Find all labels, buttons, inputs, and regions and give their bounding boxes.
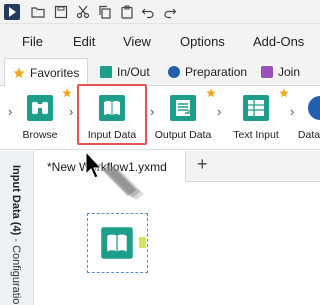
prep-circle-icon [168,66,180,78]
copy-icon[interactable] [97,4,113,20]
tab-label: Preparation [185,65,248,79]
data-icon [298,94,320,122]
menu-add-ons[interactable]: Add-Ons [253,34,304,49]
quick-access-toolbar [0,0,320,24]
document-tabs: *New Workflow1.yxmd + [35,151,320,182]
output-icon [169,94,197,122]
tab-label: Favorites [30,65,80,80]
mouse-pointer-icon [84,152,164,214]
highlight-box [77,84,147,145]
favorite-star-icon [206,88,216,98]
menu-view[interactable]: View [123,34,151,49]
panel-header: Input Data (4) - Configuratio [10,165,22,304]
tool-label: Browse [22,129,58,141]
tool-output-data[interactable]: Output Data [152,86,214,150]
tool-data[interactable]: Data [298,86,320,150]
folder-tab-icon [100,66,112,78]
scissors-icon[interactable] [75,4,91,20]
menu-options[interactable]: Options [180,34,225,49]
folder-icon[interactable] [30,4,46,20]
tool-text-input[interactable]: Text Input [226,86,286,150]
menu-bar: File Edit View Options Add-Ons [0,24,320,58]
workflow-area: *New Workflow1.yxmd + [35,151,320,305]
app-logo[interactable] [4,4,20,20]
tool-label: Output Data [154,129,212,141]
redo-icon[interactable] [162,4,178,20]
output-anchor[interactable] [139,237,146,248]
tab-in-out[interactable]: In/Out [100,58,150,86]
text-input-icon [242,94,270,122]
new-tab-button[interactable]: + [197,154,208,175]
undo-icon[interactable] [140,4,156,20]
tab-preparation[interactable]: Preparation [168,58,247,86]
chevron-right-icon: › [8,104,13,119]
chevron-right-icon: › [217,104,222,119]
chevron-right-icon: › [290,104,295,119]
star-icon [13,67,25,79]
favorite-star-icon [62,88,72,98]
menu-file[interactable]: File [22,34,43,49]
tab-join[interactable]: Join [261,58,300,86]
tool-label: Text Input [233,129,279,141]
tool-category-tabs: Favorites In/Out Preparation Join [0,58,320,87]
tab-label: In/Out [117,65,150,79]
save-icon[interactable] [53,4,69,20]
paste-icon[interactable] [119,4,135,20]
book-icon [100,226,134,260]
panel-subtitle: Configuratio [10,245,22,305]
favorite-star-icon [279,88,289,98]
panel-separator: - [10,238,22,243]
tool-label: Data [298,129,320,141]
tab-favorites[interactable]: Favorites [4,58,89,87]
tab-label: Join [278,65,301,79]
tool-palette: › Browse › Input Data › Output Data › Te… [0,86,320,150]
binoculars-icon [26,94,54,122]
join-square-icon [261,66,273,78]
tool-browse[interactable]: Browse [20,86,60,150]
panel-title: Input Data (4) [10,165,22,236]
chevron-right-icon: › [69,104,74,119]
configuration-panel: Input Data (4) - Configuratio [0,151,34,305]
menu-edit[interactable]: Edit [73,34,95,49]
